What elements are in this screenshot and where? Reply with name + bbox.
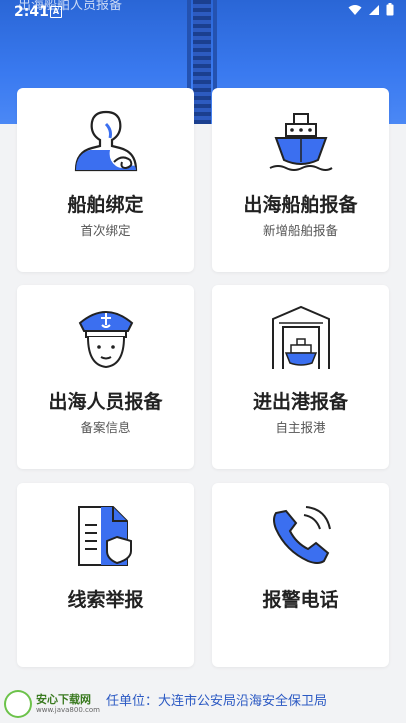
footer: 安心下载网 www.java800.com 任单位：大连市公安局沿海安全保卫局 (0, 682, 406, 723)
card-subtitle: 首次绑定 (80, 223, 131, 238)
battery-icon (386, 3, 394, 16)
person-icon (74, 110, 137, 172)
watermark-name: 安心下载网 (36, 693, 91, 706)
watermark-shield-icon (4, 690, 32, 718)
card-title: 线索举报 (67, 589, 144, 611)
card-title: 报警电话 (262, 589, 339, 611)
card-title: 进出港报备 (252, 391, 348, 413)
card-title: 出海人员报备 (48, 391, 163, 413)
ship-icon (269, 113, 333, 171)
card-sea-ship-report[interactable]: 出海船舶报备 新增船舶报备 (212, 88, 389, 272)
notification-a-icon: A (50, 6, 62, 18)
card-subtitle: 自主报港 (275, 420, 326, 435)
watermark-logo: 安心下载网 www.java800.com (4, 690, 100, 718)
card-port-report[interactable]: 进出港报备 自主报港 (212, 285, 389, 469)
harbor-icon (271, 305, 330, 369)
card-subtitle: 备案信息 (80, 420, 131, 435)
watermark-url: www.java800.com (36, 706, 100, 714)
phone-icon (272, 506, 331, 564)
card-ship-binding[interactable]: 船舶绑定 首次绑定 (17, 88, 194, 272)
card-clue-report[interactable]: 线索举报 (17, 483, 194, 667)
status-bar: 2:41 A (0, 0, 406, 22)
sailor-icon (78, 311, 133, 369)
responsible-unit-text: 任单位：大连市公安局沿海安全保卫局 (106, 694, 328, 709)
report-document-icon (77, 506, 132, 566)
card-title: 出海船舶报备 (243, 194, 358, 216)
status-time: 2:41 (14, 4, 49, 20)
card-subtitle: 新增船舶报备 (262, 223, 338, 238)
wifi-icon (348, 4, 362, 15)
card-sea-crew-report[interactable]: 出海人员报备 备案信息 (17, 285, 194, 469)
card-title: 船舶绑定 (67, 194, 144, 216)
system-icons (348, 3, 394, 16)
signal-icon (369, 4, 379, 15)
card-emergency-call[interactable]: 报警电话 (212, 483, 389, 667)
